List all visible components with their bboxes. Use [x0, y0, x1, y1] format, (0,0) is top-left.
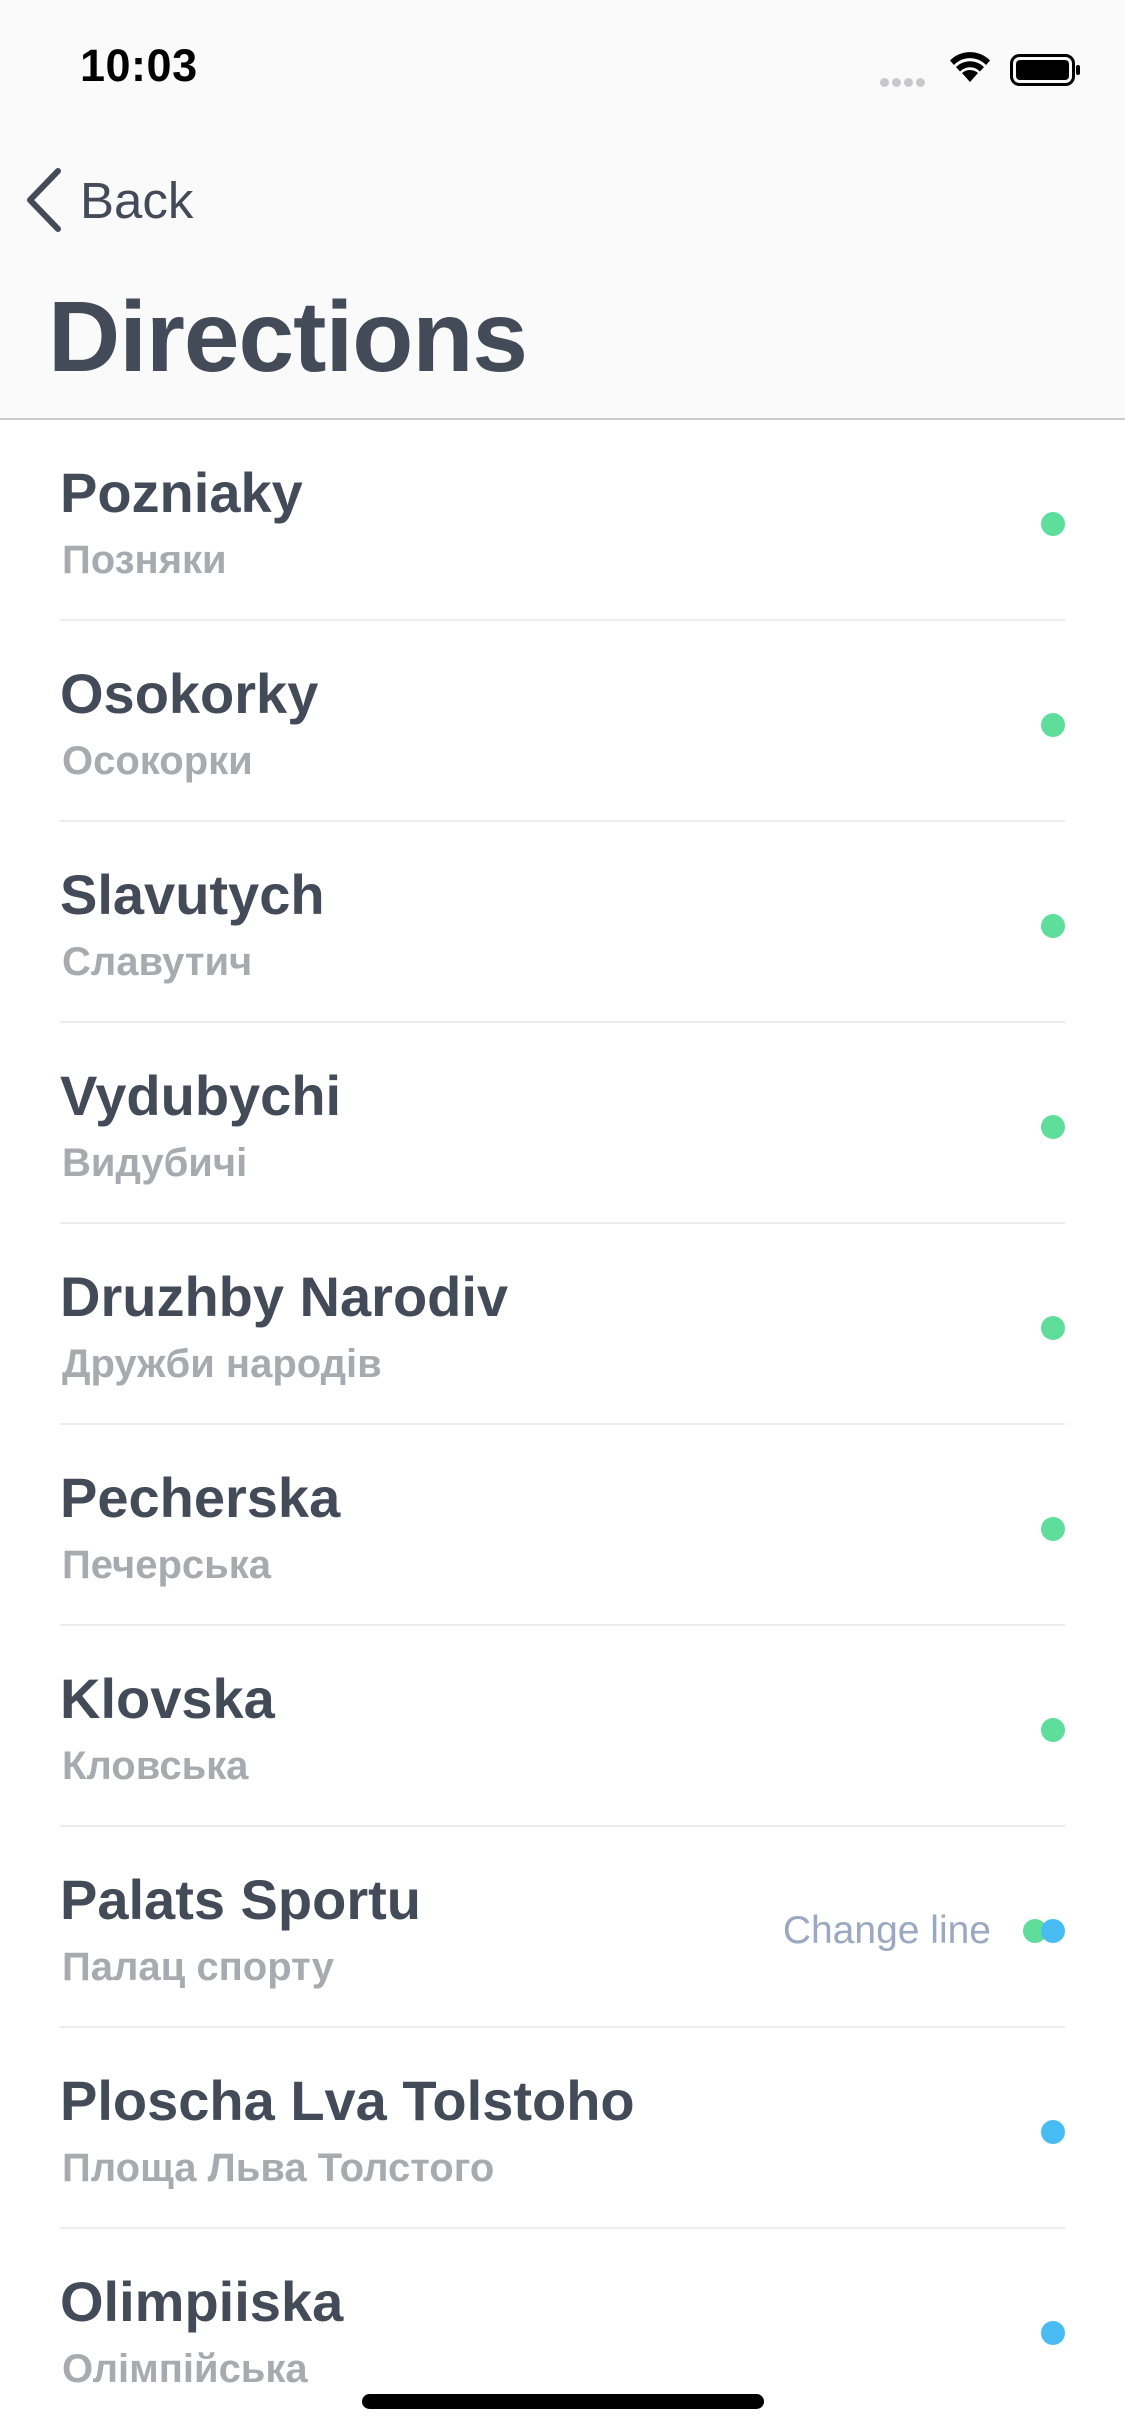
station-row[interactable]: Pozniaky Позняки	[0, 420, 1125, 621]
page-title: Directions	[48, 281, 528, 393]
station-row[interactable]: Vydubychi Видубичі	[0, 1023, 1125, 1224]
station-name: Pecherska	[60, 1466, 341, 1529]
station-row[interactable]: Slavutych Славутич	[0, 822, 1125, 1023]
station-name: Druzhby Narodiv	[60, 1265, 509, 1328]
station-native-name: Дружби народів	[62, 1342, 382, 1386]
station-name: Palats Sportu	[60, 1868, 421, 1931]
line-dot-blue	[1041, 2321, 1065, 2345]
station-name: Pozniaky	[60, 461, 303, 524]
status-time: 10:03	[80, 40, 198, 91]
home-indicator	[362, 2394, 764, 2409]
line-indicator	[1041, 1718, 1065, 1742]
station-row[interactable]: Pecherska Печерська	[0, 1425, 1125, 1626]
line-dot-green	[1041, 1517, 1065, 1541]
cellular-signal-icon	[880, 74, 932, 87]
line-dot-green	[1041, 713, 1065, 737]
station-native-name: Позняки	[62, 538, 227, 582]
line-dot-green	[1041, 914, 1065, 938]
station-native-name: Кловська	[62, 1744, 249, 1788]
line-dot-green	[1041, 1115, 1065, 1139]
station-name: Klovska	[60, 1667, 275, 1730]
line-indicator	[1041, 914, 1065, 938]
station-name: Ploscha Lva Tolstoho	[60, 2069, 635, 2132]
battery-icon	[1010, 54, 1080, 86]
station-native-name: Видубичі	[62, 1141, 248, 1185]
station-name: Olimpiiska	[60, 2270, 344, 2333]
station-list: Pozniaky Позняки Osokorky Осокорки Slavutych…	[0, 420, 1125, 2430]
line-dot-blue	[1041, 2120, 1065, 2144]
station-native-name: Славутич	[62, 940, 253, 984]
line-dot-blue	[1041, 1919, 1065, 1943]
station-native-name: Печерська	[62, 1543, 272, 1587]
station-name: Osokorky	[60, 662, 319, 725]
status-bar: 10:03	[0, 0, 1125, 132]
wifi-icon	[950, 52, 990, 82]
chevron-left-icon	[27, 168, 61, 232]
station-row[interactable]: Klovska Кловська	[0, 1626, 1125, 1827]
line-indicator	[1041, 1517, 1065, 1541]
line-dot-green	[1041, 512, 1065, 536]
line-indicator	[1041, 1316, 1065, 1340]
back-button[interactable]: Back	[24, 166, 193, 234]
line-indicator	[1041, 1115, 1065, 1139]
line-indicator	[1041, 713, 1065, 737]
station-row[interactable]: Palats Sportu Палац спорту Change line	[0, 1827, 1125, 2028]
line-indicator	[1041, 2321, 1065, 2345]
station-name: Vydubychi	[60, 1064, 342, 1127]
back-button-label: Back	[80, 171, 194, 229]
line-indicator	[1023, 1919, 1065, 1943]
station-native-name: Олімпійська	[62, 2347, 308, 2391]
change-line-button[interactable]: Change line	[783, 1909, 991, 1953]
line-dot-green	[1041, 1316, 1065, 1340]
station-native-name: Осокорки	[62, 739, 253, 783]
station-native-name: Площа Льва Толстого	[62, 2146, 495, 2190]
line-dot-green	[1041, 1718, 1065, 1742]
line-indicator	[1041, 2120, 1065, 2144]
station-row[interactable]: Ploscha Lva Tolstoho Площа Льва Толстого	[0, 2028, 1125, 2229]
station-row[interactable]: Druzhby Narodiv Дружби народів	[0, 1224, 1125, 1425]
station-native-name: Палац спорту	[62, 1945, 334, 1989]
line-indicator	[1041, 512, 1065, 536]
navigation-header: Back Directions	[0, 132, 1125, 420]
station-row[interactable]: Osokorky Осокорки	[0, 621, 1125, 822]
station-name: Slavutych	[60, 863, 325, 926]
